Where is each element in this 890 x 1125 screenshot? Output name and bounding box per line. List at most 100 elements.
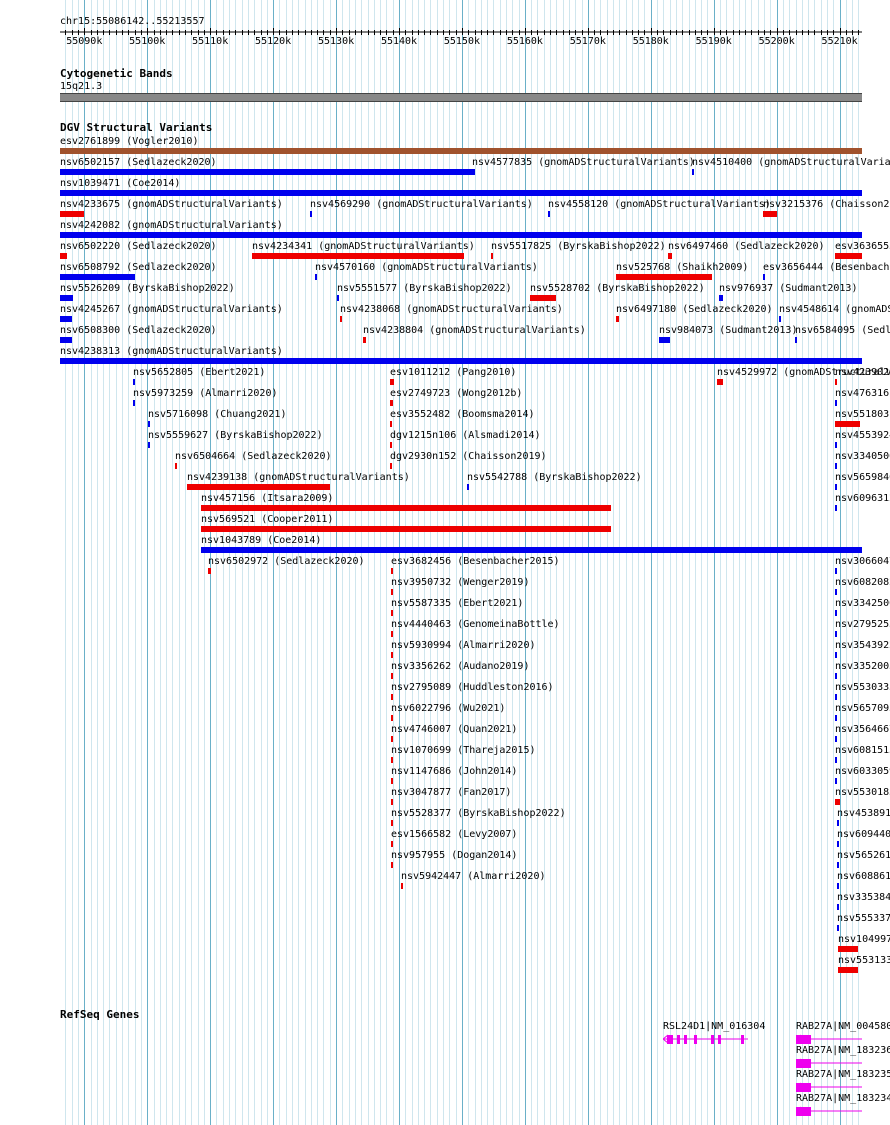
variant-bar[interactable] (391, 736, 393, 742)
variant-bar[interactable] (390, 463, 392, 469)
variant-bar[interactable] (530, 295, 556, 301)
variant-label[interactable]: esv2761899 (Vogler2010) (60, 136, 198, 147)
variant-label[interactable]: nsv4238313 (gnomADStructuralVariants) (60, 346, 283, 357)
gene-model[interactable] (796, 1057, 864, 1069)
variant-bar[interactable] (133, 379, 135, 385)
variant-bar[interactable] (390, 442, 392, 448)
variant-label[interactable]: nsv4233675 (gnomADStructuralVariants) (60, 199, 283, 210)
gene-model[interactable] (663, 1033, 750, 1045)
gene-model[interactable] (796, 1033, 864, 1045)
variant-label[interactable]: nsv4538917 (gnomADStructuralVariants) (837, 808, 890, 819)
variant-bar[interactable] (187, 484, 330, 490)
variant-bar[interactable] (60, 232, 862, 238)
variant-bar[interactable] (60, 274, 135, 280)
variant-label[interactable]: nsv4570160 (gnomADStructuralVariants) (315, 262, 538, 273)
cytoband-bar[interactable] (60, 93, 862, 102)
variant-label[interactable]: dgv2930n152 (Chaisson2019) (390, 451, 547, 462)
variant-bar[interactable] (60, 316, 72, 322)
variant-label[interactable]: nsv4245267 (gnomADStructuralVariants) (60, 304, 283, 315)
variant-bar[interactable] (835, 379, 837, 385)
variant-label[interactable]: nsv4763161 (gnomADStructuralVariants) (835, 388, 890, 399)
variant-bar[interactable] (835, 589, 837, 595)
variant-label[interactable]: nsv2795089 (Huddleston2016) (391, 682, 554, 693)
variant-bar[interactable] (837, 820, 839, 826)
variant-label[interactable]: nsv6502972 (Sedlazeck2020) (208, 556, 365, 567)
variant-bar[interactable] (472, 169, 475, 175)
variant-label[interactable]: nsv6504664 (Sedlazeck2020) (175, 451, 332, 462)
variant-label[interactable]: nsv3543922 (Audano2019) (835, 640, 890, 651)
variant-bar[interactable] (835, 484, 837, 490)
variant-bar[interactable] (835, 673, 837, 679)
variant-bar[interactable] (835, 568, 837, 574)
variant-label[interactable]: esv1566582 (Levy2007) (391, 829, 517, 840)
variant-label[interactable]: esv1011212 (Pang2010) (390, 367, 516, 378)
variant-bar[interactable] (175, 463, 177, 469)
variant-label[interactable]: nsv4440463 (GenomeinaBottle) (391, 619, 560, 630)
variant-label[interactable]: nsv2795253 (Huddleston2016) (835, 619, 890, 630)
variant-label[interactable]: nsv4510400 (gnomADStructuralVariants) (692, 157, 890, 168)
variant-label[interactable]: nsv5528702 (ByrskaBishop2022) (530, 283, 705, 294)
variant-label[interactable]: nsv4553924 (gnomADStructuralVariants) (835, 430, 890, 441)
variant-bar[interactable] (401, 883, 403, 889)
variant-bar[interactable] (60, 211, 84, 217)
variant-bar[interactable] (60, 169, 472, 175)
variant-bar[interactable] (390, 421, 392, 427)
variant-label[interactable]: nsv3950732 (Wenger2019) (391, 577, 529, 588)
variant-label[interactable]: esv3636555 (Besenbacher2015) (835, 241, 890, 252)
variant-label[interactable]: nsv4548614 (gnomADStructuralVariants) (779, 304, 890, 315)
variant-bar[interactable] (363, 337, 366, 343)
variant-bar[interactable] (391, 841, 393, 847)
variant-label[interactable]: nsv6081513 (Wu2021) (835, 745, 890, 756)
gene-model[interactable] (796, 1081, 864, 1093)
variant-bar[interactable] (763, 211, 777, 217)
variant-label[interactable]: nsv5587335 (Ebert2021) (391, 598, 523, 609)
variant-bar[interactable] (835, 421, 860, 427)
variant-bar[interactable] (201, 547, 862, 553)
variant-label[interactable]: nsv957955 (Dogan2014) (391, 850, 517, 861)
variant-bar[interactable] (391, 715, 393, 721)
variant-bar[interactable] (391, 694, 393, 700)
variant-label[interactable]: nsv525768 (Shaikh2009) (616, 262, 748, 273)
variant-bar[interactable] (391, 568, 393, 574)
variant-label[interactable]: nsv5716098 (Chuang2021) (148, 409, 286, 420)
variant-label[interactable]: nsv5531339 (ByrskaBishop2022) (838, 955, 890, 966)
variant-bar[interactable] (60, 337, 72, 343)
variant-label[interactable]: nsv4746007 (Quan2021) (391, 724, 517, 735)
variant-label[interactable]: nsv5659846 (Ebert2021) (835, 472, 890, 483)
variant-label[interactable]: nsv1049970 (Thareja2015) (838, 934, 890, 945)
variant-bar[interactable] (763, 274, 765, 280)
variant-bar[interactable] (391, 757, 393, 763)
variant-label[interactable]: nsv984073 (Sudmant2013) (659, 325, 797, 336)
variant-bar[interactable] (837, 925, 839, 931)
variant-bar[interactable] (391, 778, 393, 784)
variant-bar[interactable] (148, 421, 150, 427)
variant-label[interactable]: nsv6502157 (Sedlazeck2020) (60, 157, 217, 168)
variant-bar[interactable] (201, 526, 611, 532)
variant-label[interactable]: nsv6502220 (Sedlazeck2020) (60, 241, 217, 252)
variant-bar[interactable] (208, 568, 211, 574)
variant-label[interactable]: nsv4238068 (gnomADStructuralVariants) (340, 304, 563, 315)
variant-bar[interactable] (835, 757, 837, 763)
variant-bar[interactable] (148, 442, 150, 448)
variant-label[interactable]: nsv6508300 (Sedlazeck2020) (60, 325, 217, 336)
variant-label[interactable]: nsv3066047 (Thareja2015) (835, 556, 890, 567)
gene-label[interactable]: RAB27A|NM_004580 (796, 1021, 890, 1032)
variant-label[interactable]: nsv6088614 (Wu2021) (837, 871, 890, 882)
variant-bar[interactable] (668, 253, 672, 259)
variant-label[interactable]: nsv5542788 (ByrskaBishop2022) (467, 472, 642, 483)
variant-label[interactable]: nsv5530183 (ByrskaBishop2022) (835, 787, 890, 798)
variant-label[interactable]: nsv6082082 (Wu2021) (835, 577, 890, 588)
variant-label[interactable]: nsv4577835 (gnomADStructuralVariants) (472, 157, 695, 168)
variant-bar[interactable] (835, 463, 837, 469)
variant-label[interactable]: esv3552482 (Boomsma2014) (390, 409, 535, 420)
variant-label[interactable]: nsv4239021 (gnomADStructuralVariants) (835, 367, 890, 378)
variant-label[interactable]: esv3682456 (Besenbacher2015) (391, 556, 560, 567)
variant-bar[interactable] (692, 169, 694, 175)
variant-bar[interactable] (835, 652, 837, 658)
variant-label[interactable]: nsv5973259 (Almarri2020) (133, 388, 278, 399)
coordinate-ruler[interactable]: 55090k 55100k 55110k 55120k 55130k 55140k 5515… (0, 26, 890, 48)
variant-bar[interactable] (315, 274, 317, 280)
gene-label[interactable]: RAB27A|NM_183236 (796, 1045, 890, 1056)
variant-label[interactable]: nsv4238804 (gnomADStructuralVariants) (363, 325, 586, 336)
variant-label[interactable]: nsv6022796 (Wu2021) (391, 703, 505, 714)
